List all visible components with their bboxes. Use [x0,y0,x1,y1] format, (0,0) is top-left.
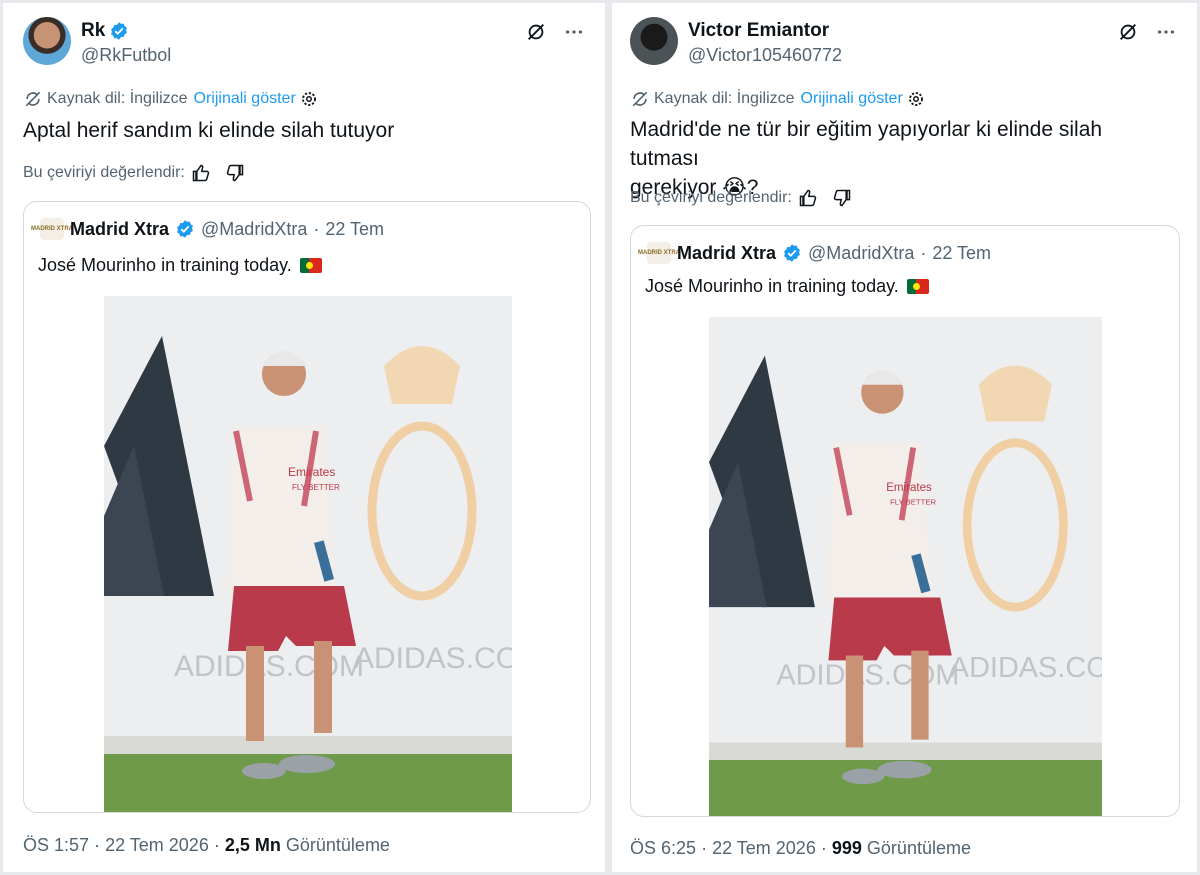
rate-label: Bu çeviriyi değerlendir: [630,189,792,206]
thumbs-down-icon[interactable] [832,188,852,208]
header-actions [525,21,585,43]
quoted-avatar: MADRID XTRA [638,242,680,264]
settings-icon[interactable] [300,90,318,108]
separator: · [701,838,708,858]
user-name[interactable]: Rk [81,20,129,42]
translation-info: Kaynak dil: İngilizce Orijinali göster [23,89,318,109]
post-date[interactable]: 22 Tem 2026 [105,835,209,855]
verified-badge-icon [784,244,800,262]
post-time[interactable]: ÖS 6:25 [630,838,696,858]
tweet-header: Victor Emiantor @Victor105460772 [630,17,1177,73]
banner-brand-1: ADIDAS.COM [174,650,364,683]
quoted-photo[interactable]: ADIDAS.COM ADIDAS.COM Emirates FLY BETTE… [709,317,1102,816]
rate-translation: Bu çeviriyi değerlendir: [630,188,852,208]
thumbs-down-icon[interactable] [225,163,245,183]
training-photo: ADIDAS.COM ADIDAS.COM Emirates FLY BETTE… [104,296,512,812]
quoted-user-handle[interactable]: @MadridXtra [808,243,914,264]
source-language-label: Kaynak dil: İngilizce [654,90,795,107]
rate-label: Bu çeviriyi değerlendir: [23,164,185,181]
quoted-tweet-text: José Mourinho in training today. [38,255,322,276]
more-icon[interactable] [563,21,585,43]
quoted-user-name[interactable]: Madrid Xtra [70,219,169,240]
translate-icon [25,91,41,107]
translation-info: Kaynak dil: İngilizce Orijinali göster [630,89,925,109]
user-name-text[interactable]: Rk [81,20,105,42]
user-handle[interactable]: @RkFutbol [81,45,171,66]
views-label: Görüntüleme [866,838,971,858]
tweet-header: Rk @RkFutbol [23,17,585,73]
avatar[interactable] [630,17,678,65]
portugal-flag-icon [906,279,929,294]
user-name[interactable]: Victor Emiantor [688,20,829,42]
user-handle[interactable]: @Victor105460772 [688,45,842,66]
quoted-user-handle[interactable]: @MadridXtra [201,219,307,240]
shirt-sponsor: Emirates [886,482,932,494]
tweet-meta: ÖS 1:57 · 22 Tem 2026 · 2,5 Mn Görüntüle… [23,835,390,856]
settings-icon[interactable] [907,90,925,108]
separator: · [313,218,320,239]
quoted-date[interactable]: 22 Tem [932,243,991,264]
portugal-flag-icon [299,258,322,273]
quoted-text: José Mourinho in training today. [38,255,292,275]
source-language-label: Kaynak dil: İngilizce [47,90,188,107]
shirt-sponsor-sub: FLY BETTER [890,498,936,507]
quoted-tweet[interactable]: MADRID XTRA Madrid Xtra @MadridXtra · 22… [630,225,1180,817]
separator: · [94,835,101,855]
training-photo: ADIDAS.COM ADIDAS.COM Emirates FLY BETTE… [709,317,1102,816]
views-label: Görüntüleme [285,835,390,855]
verified-badge-icon [111,22,128,40]
avatar[interactable] [23,17,71,65]
header-actions [1117,21,1177,43]
grok-icon[interactable] [1117,21,1139,43]
tweet-text: Aptal herif sandım ki elinde silah tutuy… [23,119,395,142]
user-name-text[interactable]: Victor Emiantor [688,20,829,42]
tweet-meta: ÖS 6:25 · 22 Tem 2026 · 999 Görüntüleme [630,838,971,859]
separator: · [820,838,827,858]
more-icon[interactable] [1155,21,1177,43]
tweet-text-line-1: Madrid'de ne tür bir eğitim yapıyorlar k… [630,118,1103,170]
quoted-photo[interactable]: ADIDAS.COM ADIDAS.COM Emirates FLY BETTE… [104,296,512,812]
quoted-tweet-text: José Mourinho in training today. [645,276,929,297]
thumbs-up-icon[interactable] [798,188,818,208]
quoted-user-name[interactable]: Madrid Xtra [677,243,776,264]
show-original-link[interactable]: Orijinali göster [194,90,296,108]
quoted-text: José Mourinho in training today. [645,276,899,296]
post-date[interactable]: 22 Tem 2026 [712,838,816,858]
banner-brand-2: ADIDAS.COM [950,652,1102,684]
shirt-sponsor: Emirates [288,465,335,479]
separator: · [920,242,927,263]
verified-badge-icon [177,220,193,238]
translate-icon [632,91,648,107]
rate-translation: Bu çeviriyi değerlendir: [23,163,245,183]
tweet-panel-left: Rk @RkFutbol Kaynak dil: İngilizce Oriji… [2,2,606,873]
quoted-tweet[interactable]: MADRID XTRA Madrid Xtra @MadridXtra · 22… [23,201,591,813]
show-original-link[interactable]: Orijinali göster [801,90,903,108]
separator: · [213,835,220,855]
post-time[interactable]: ÖS 1:57 [23,835,89,855]
view-count: 999 [831,838,862,858]
banner-brand-1: ADIDAS.COM [776,659,959,691]
banner-brand-2: ADIDAS.COM [354,642,512,675]
grok-icon[interactable] [525,21,547,43]
quoted-tweet-header: MADRID XTRA Madrid Xtra @MadridXtra · 22… [638,242,991,264]
quoted-tweet-header: MADRID XTRA Madrid Xtra @MadridXtra · 22… [31,218,384,240]
thumbs-up-icon[interactable] [191,163,211,183]
shirt-sponsor-sub: FLY BETTER [292,483,340,492]
quoted-avatar: MADRID XTRA [31,218,73,240]
view-count: 2,5 Mn [224,835,281,855]
tweet-panel-right: Victor Emiantor @Victor105460772 Kaynak … [611,2,1198,873]
quoted-date[interactable]: 22 Tem [325,219,384,240]
